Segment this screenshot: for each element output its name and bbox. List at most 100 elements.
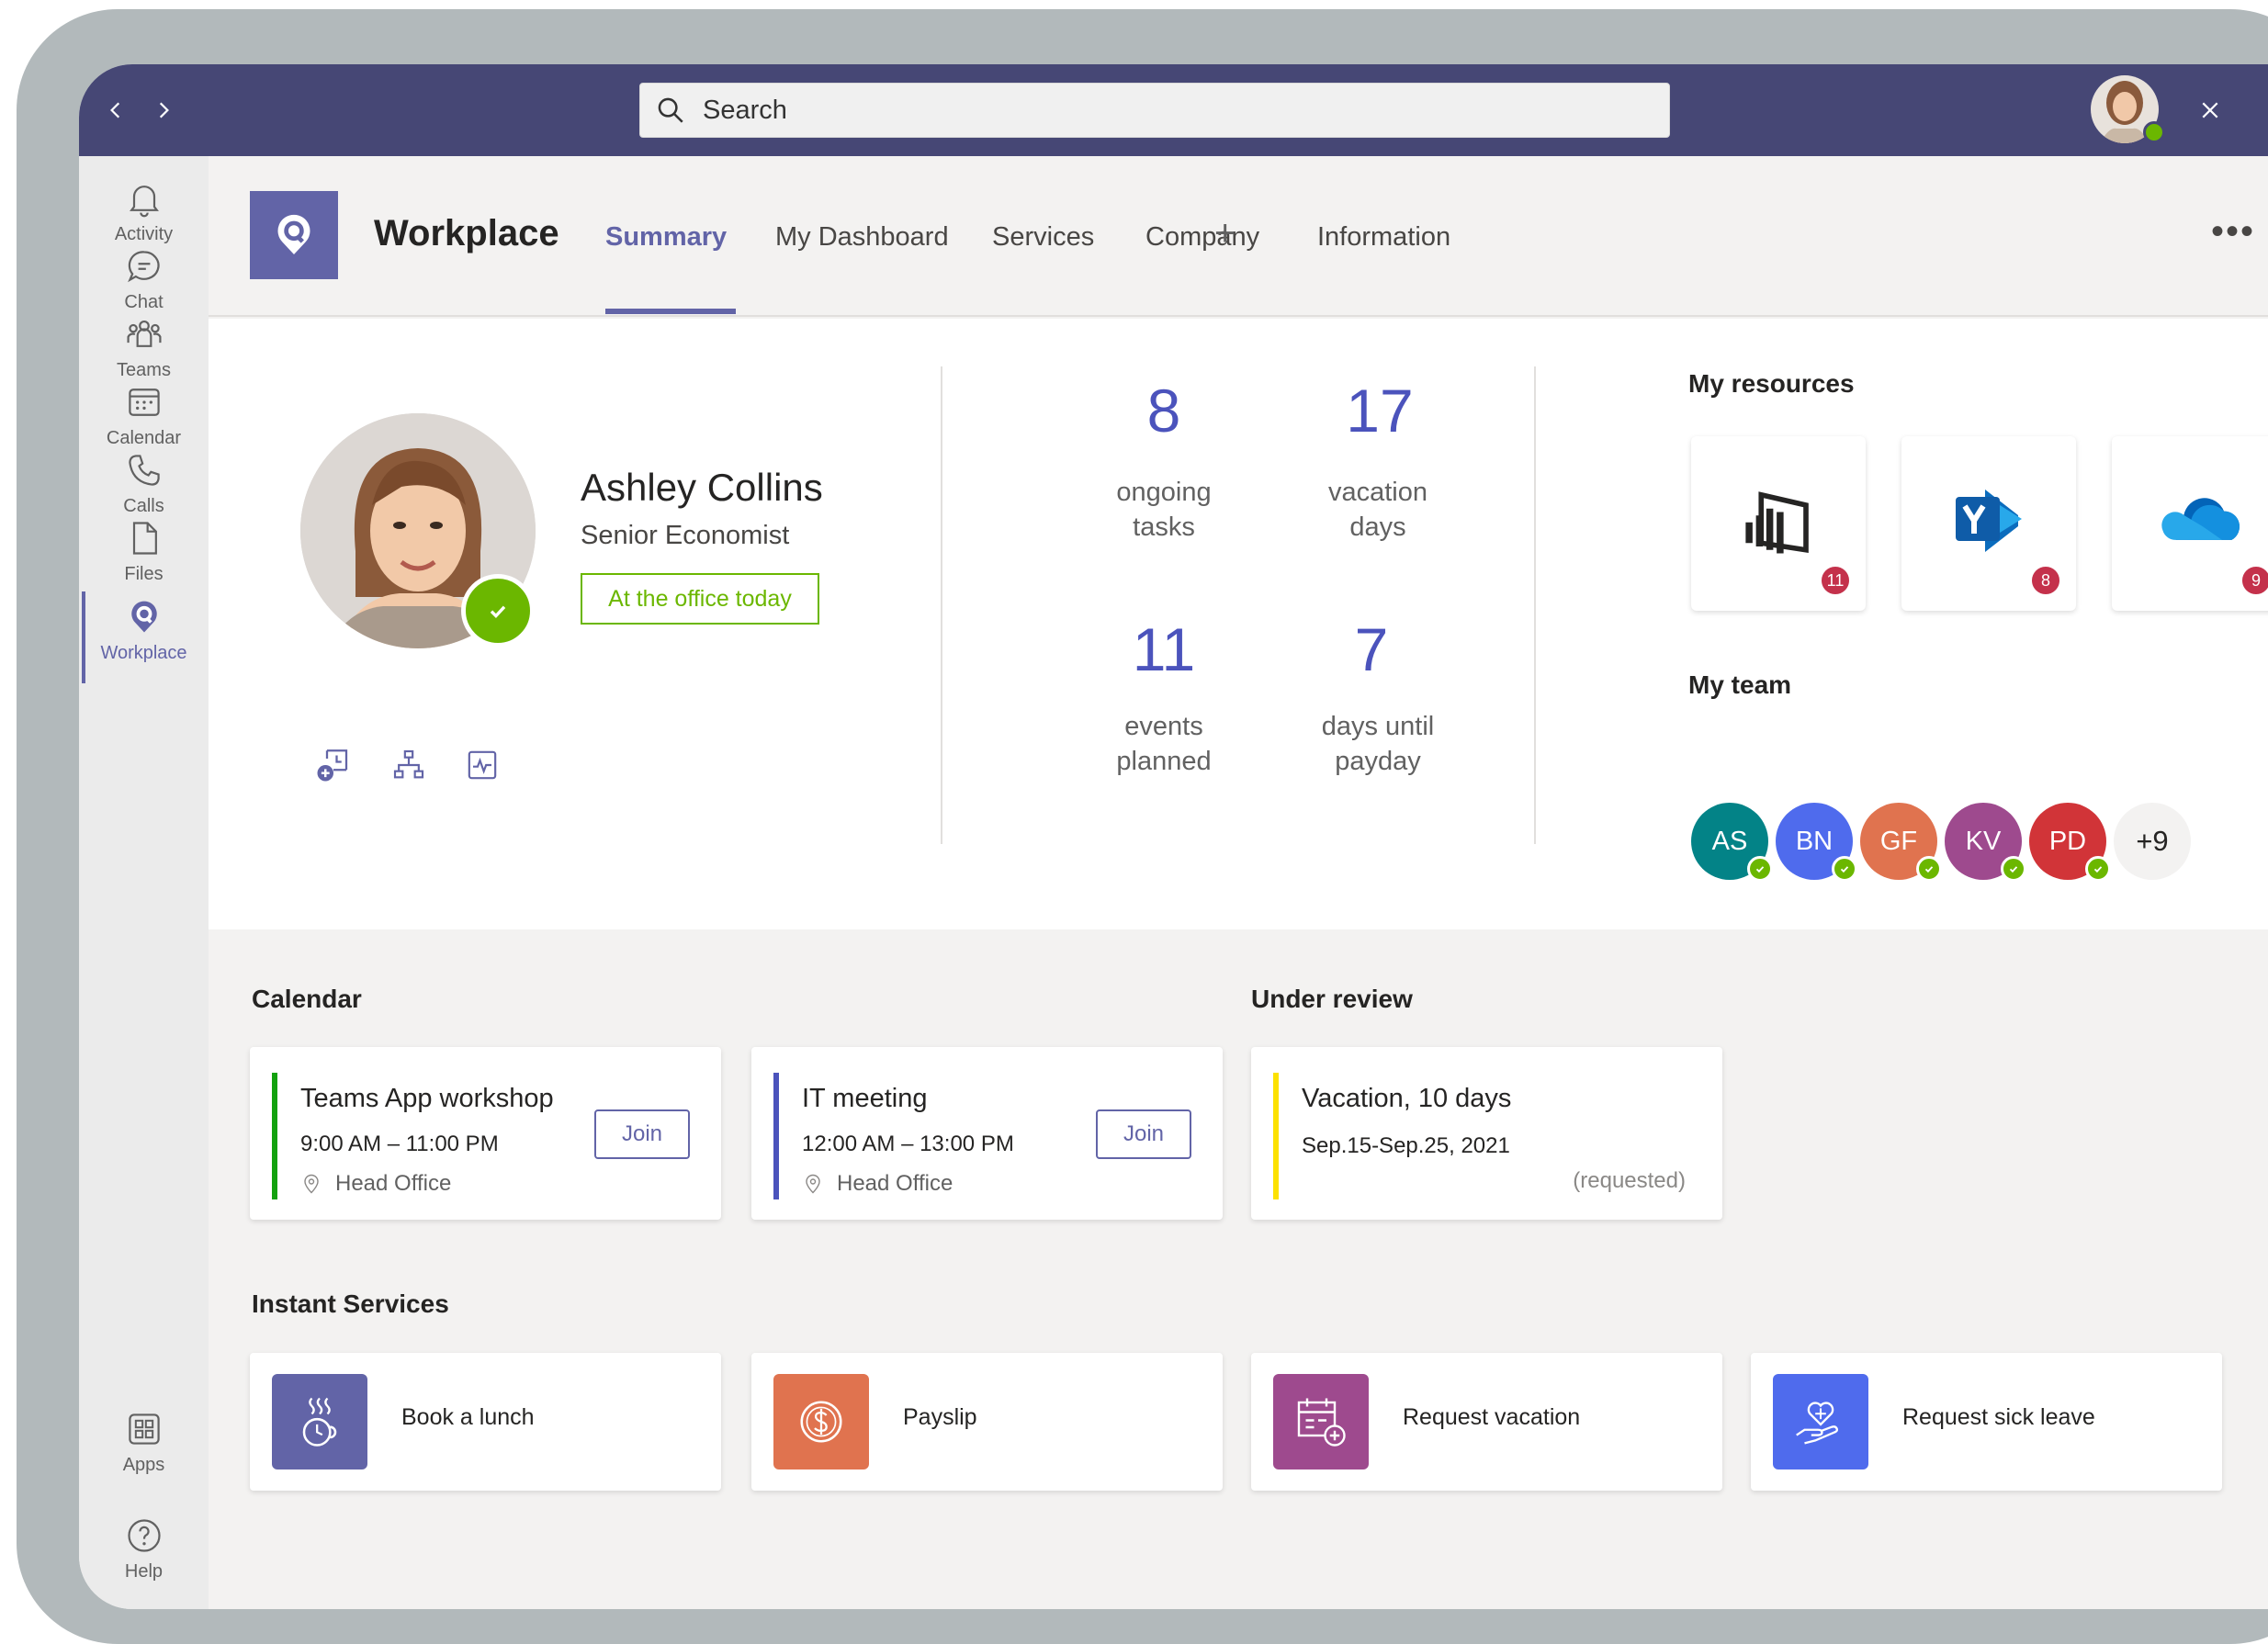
search-input[interactable]: Search xyxy=(639,83,1670,138)
service-card-request-sick-leave[interactable]: Request sick leave xyxy=(1751,1353,2222,1491)
back-arrow-icon[interactable] xyxy=(97,92,134,129)
org-chart-icon[interactable] xyxy=(388,744,430,786)
teams-window: Search Activity Chat Teams Calendar Call… xyxy=(79,64,2268,1609)
stat-label-line: days until xyxy=(1321,712,1435,741)
more-options-button[interactable]: ••• xyxy=(2211,211,2255,253)
stat-label-line: days xyxy=(1349,512,1406,542)
join-button[interactable]: Join xyxy=(594,1109,690,1159)
notification-badge: 9 xyxy=(2240,565,2268,596)
stat-label-line: planned xyxy=(1116,747,1212,776)
event-location-label: Head Office xyxy=(837,1171,953,1196)
stat-label-line: vacation xyxy=(1327,478,1427,507)
stat-label-line: events xyxy=(1124,712,1203,741)
event-time: 12:00 AM – 13:00 PM xyxy=(802,1132,1014,1156)
tab-summary[interactable]: Summary xyxy=(605,222,727,253)
rail-item-files[interactable]: Files xyxy=(79,505,209,597)
presence-available-icon xyxy=(1832,856,1857,882)
review-card[interactable]: Vacation, 10 days Sep.15-Sep.25, 2021 (r… xyxy=(1251,1047,1722,1220)
calendar-event-card[interactable]: Teams App workshop 9:00 AM – 11:00 PM He… xyxy=(250,1047,721,1220)
user-name: Ashley Collins xyxy=(581,466,823,509)
divider xyxy=(941,366,942,844)
phone-icon xyxy=(128,454,160,486)
calendar-event-card[interactable]: IT meeting 12:00 AM – 13:00 PM Head Offi… xyxy=(751,1047,1223,1220)
tab-services[interactable]: Services xyxy=(992,222,1094,253)
services-heading: Instant Services xyxy=(252,1289,449,1318)
service-card-request-vacation[interactable]: Request vacation xyxy=(1251,1353,1722,1491)
event-title: IT meeting xyxy=(802,1084,928,1113)
calendar-icon xyxy=(128,388,160,416)
divider xyxy=(1534,366,1536,844)
app-title: Workplace xyxy=(374,213,559,253)
join-button[interactable]: Join xyxy=(1096,1109,1191,1159)
review-status: (requested) xyxy=(1573,1168,1686,1193)
stat-value: 11 xyxy=(1132,615,1196,683)
team-heading: My team xyxy=(1688,670,1792,699)
workplace-pin-icon xyxy=(130,601,157,632)
event-color-bar xyxy=(272,1073,277,1199)
resource-card-power-bi[interactable]: 11 xyxy=(1691,436,1866,611)
stat-label: events planned xyxy=(1072,709,1256,779)
rail-label: Help xyxy=(124,1560,164,1582)
service-label: Request sick leave xyxy=(1902,1404,2095,1430)
title-bar: Search xyxy=(79,64,2268,156)
app-rail: Activity Chat Teams Calendar Calls Files xyxy=(79,156,209,1609)
rail-label: Files xyxy=(124,563,164,584)
event-location-label: Head Office xyxy=(335,1171,452,1196)
resources-heading: My resources xyxy=(1688,369,1855,398)
rail-label: Workplace xyxy=(100,642,187,663)
event-location: Head Office xyxy=(300,1171,451,1197)
service-label: Payslip xyxy=(903,1404,977,1430)
calendar-heading: Calendar xyxy=(252,985,362,1013)
yammer-icon xyxy=(1943,473,2035,565)
add-tab-button[interactable]: + xyxy=(1214,213,1236,254)
resource-card-yammer[interactable]: 8 xyxy=(1901,436,2076,611)
status-badge[interactable]: At the office today xyxy=(581,573,819,625)
rail-item-workplace[interactable]: Workplace xyxy=(79,584,209,683)
location-pin-icon xyxy=(806,1174,820,1194)
stat-value: 8 xyxy=(1146,377,1181,445)
service-card-book-lunch[interactable]: Book a lunch xyxy=(250,1353,721,1491)
dollar-coin-icon xyxy=(773,1374,869,1469)
close-icon[interactable] xyxy=(2192,92,2229,129)
tablet-frame: Search Activity Chat Teams Calendar Call… xyxy=(17,9,2268,1644)
event-time: 9:00 AM – 11:00 PM xyxy=(300,1132,499,1156)
service-card-payslip[interactable]: Payslip xyxy=(751,1353,1223,1491)
stat-label: ongoing tasks xyxy=(1072,475,1256,545)
stat-label: days until payday xyxy=(1286,709,1470,779)
stat-label-line: ongoing xyxy=(1116,478,1212,507)
tablet-button xyxy=(584,11,750,20)
search-icon xyxy=(658,97,683,123)
tab-my-dashboard[interactable]: My Dashboard xyxy=(775,222,949,253)
tab-company[interactable]: Company xyxy=(1145,222,1259,253)
activity-chart-icon[interactable] xyxy=(461,744,503,786)
review-color-bar xyxy=(1273,1073,1279,1199)
add-task-icon[interactable] xyxy=(312,744,355,786)
stat-value: 17 xyxy=(1346,377,1414,445)
presence-available-icon xyxy=(1747,856,1773,882)
rail-item-help[interactable]: Help xyxy=(79,1503,209,1594)
bell-icon xyxy=(129,185,159,217)
location-pin-icon xyxy=(304,1174,319,1194)
resource-card-onedrive[interactable]: 9 xyxy=(2112,436,2268,611)
rail-item-apps[interactable]: Apps xyxy=(79,1396,209,1488)
summary-panel: Ashley Collins Senior Economist At the o… xyxy=(209,319,2268,929)
heart-hand-icon xyxy=(1773,1374,1868,1469)
notification-badge: 8 xyxy=(2030,565,2061,596)
event-color-bar xyxy=(773,1073,779,1199)
onedrive-icon xyxy=(2153,473,2245,565)
active-tab-indicator xyxy=(605,309,736,314)
forward-arrow-icon[interactable] xyxy=(145,92,182,129)
presence-available-icon xyxy=(2143,121,2165,143)
presence-available-icon xyxy=(2085,856,2111,882)
coffee-cup-icon xyxy=(272,1374,367,1469)
review-title: Vacation, 10 days xyxy=(1302,1084,1512,1113)
stat-label: vacation days xyxy=(1286,475,1470,545)
user-job-title: Senior Economist xyxy=(581,521,790,550)
tab-information[interactable]: Information xyxy=(1317,222,1450,253)
stat-value: 7 xyxy=(1354,615,1389,683)
team-more-button[interactable]: +9 xyxy=(2114,803,2191,880)
review-dates: Sep.15-Sep.25, 2021 xyxy=(1302,1133,1510,1158)
stat-label-line: tasks xyxy=(1133,512,1195,542)
calendar-add-icon xyxy=(1273,1374,1369,1469)
presence-available-icon xyxy=(461,574,535,647)
